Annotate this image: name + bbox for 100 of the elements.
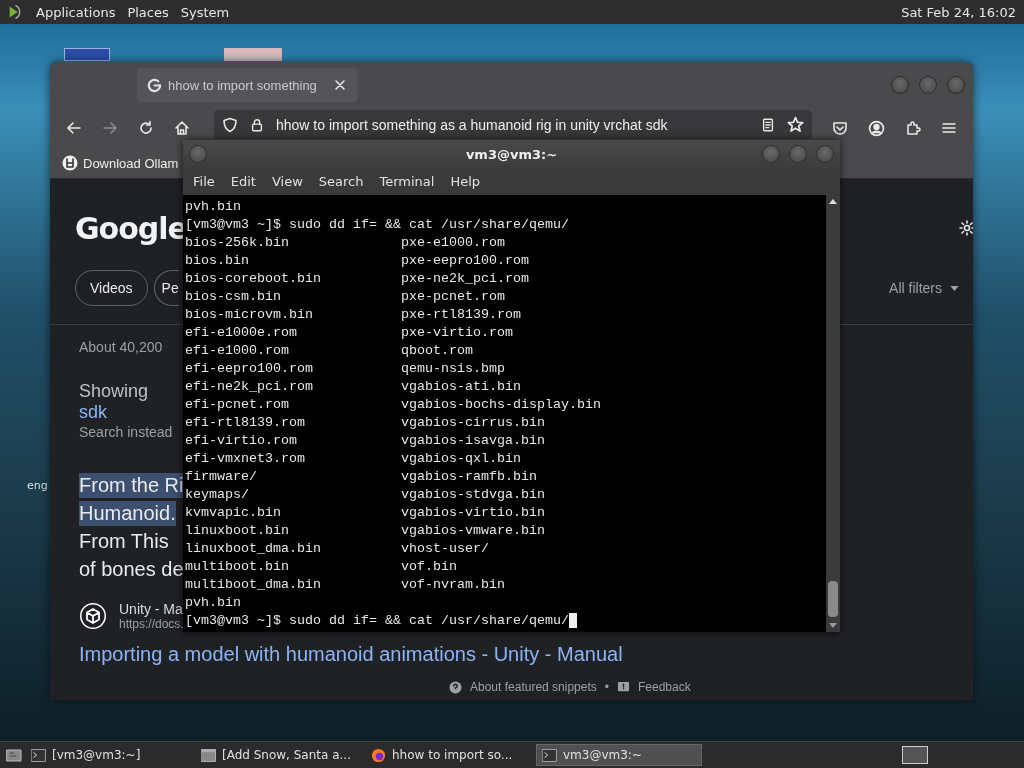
file-name: pxe-eepro100.rom: [401, 252, 529, 268]
file-name: vgabios-ramfb.bin: [401, 468, 537, 484]
panel-menu[interactable]: Places: [127, 4, 169, 20]
file-name: efi-e1000e.rom: [185, 324, 298, 340]
file-name: qboot.rom: [401, 342, 473, 358]
file-name: kvmvapic.bin: [185, 504, 282, 520]
menu-item[interactable]: Edit: [222, 174, 264, 189]
menu-item[interactable]: File: [185, 174, 223, 189]
snippet-text: Humanoid.: [79, 500, 176, 526]
command-line: [vm3@vm3 ~]$ sudo dd if= && cat /usr/share/qemu/: [185, 612, 569, 628]
panel-menu[interactable]: Applications: [36, 4, 116, 20]
file-name: efi-vmxnet3.rom: [185, 450, 306, 466]
file-name: keymaps/: [185, 486, 250, 502]
menu-icon[interactable]: [941, 120, 957, 136]
home-icon[interactable]: [174, 120, 190, 136]
separator-dot: •: [604, 680, 609, 694]
file-name: vgabios-bochs-display.bin: [401, 396, 601, 412]
lock-icon[interactable]: [250, 116, 264, 133]
file-name: multiboot.bin: [185, 558, 290, 574]
close-icon[interactable]: [335, 80, 345, 90]
scrollbar-thumb[interactable]: [828, 581, 838, 617]
workspace-switcher[interactable]: [902, 746, 928, 764]
corrected-query-link[interactable]: sdk: [79, 402, 107, 423]
desktop-icon[interactable]: [64, 48, 110, 61]
file-name: pxe-rtl8139.rom: [401, 306, 521, 322]
google-logo[interactable]: Google: [75, 210, 187, 246]
scroll-up-arrow-icon[interactable]: [829, 199, 837, 204]
file-name: efi-e1000.rom: [185, 342, 290, 358]
scrollbar[interactable]: [826, 195, 840, 632]
command-line: [vm3@vm3 ~]$ sudo dd if= && cat /usr/share/qemu/: [185, 216, 569, 232]
feedback-icon[interactable]: [616, 680, 630, 694]
file-name: efi-virtio.rom: [185, 432, 298, 448]
account-icon[interactable]: [868, 119, 885, 137]
file-name: pvh.bin: [185, 594, 241, 610]
file-name: bios.bin: [185, 252, 250, 268]
terminal-icon: [31, 748, 46, 762]
file-name: linuxboot_dma.bin: [185, 540, 322, 556]
file-name: bios-csm.bin: [185, 288, 282, 304]
menu-item[interactable]: Help: [442, 174, 489, 189]
footer-link[interactable]: About featured snippets: [470, 680, 597, 694]
file-name: multiboot_dma.bin: [185, 576, 322, 592]
show-desktop-icon[interactable]: [6, 748, 22, 762]
caret-icon: [950, 285, 959, 291]
file-name: firmware/: [185, 468, 258, 484]
result-title-link[interactable]: Importing a model with humanoid animations - Unity - Manual: [79, 643, 623, 666]
scroll-down-arrow-icon[interactable]: [829, 623, 837, 628]
google-g-icon: [147, 77, 162, 93]
panel-menu[interactable]: System: [180, 4, 230, 20]
taskbar-button[interactable]: vm3@vm3:~: [536, 744, 702, 766]
file-name: bios-coreboot.bin: [185, 270, 322, 286]
search-instead-text: Search instead: [79, 423, 173, 441]
file-name: pxe-e1000.rom: [401, 234, 505, 250]
window-icon: [201, 748, 216, 762]
spelling-notice: Showing: [79, 381, 149, 402]
file-name: vof-nvram.bin: [401, 576, 505, 592]
all-filters-button[interactable]: All filters: [889, 280, 959, 296]
taskbar-button[interactable]: hhow to import so...: [366, 744, 532, 766]
clock[interactable]: Sat Feb 24, 16:02: [901, 4, 1016, 20]
snippet-text: From the Ri: [79, 472, 184, 498]
puzzle-piece-icon[interactable]: [905, 120, 921, 136]
file-name: efi-pcnet.rom: [185, 396, 290, 412]
file-name: bios-microvm.bin: [185, 306, 314, 322]
menu-item[interactable]: View: [263, 174, 311, 189]
taskbar-button[interactable]: [vm3@vm3:~]: [26, 744, 192, 766]
menu-item[interactable]: Search: [310, 174, 372, 189]
file-name: vgabios-vmware.bin: [401, 522, 545, 538]
terminal-icon: [542, 748, 557, 762]
address-bar[interactable]: hhow to import something as a humanoid rig in unity vrchat sdk: [214, 110, 812, 139]
reader-view-icon[interactable]: [761, 116, 775, 133]
file-name: vhost-user/: [401, 540, 489, 556]
file-name: vgabios-ati.bin: [401, 378, 521, 394]
file-name: qemu-nsis.bmp: [401, 360, 505, 376]
taskbar-button[interactable]: [Add Snow, Santa a...: [196, 744, 362, 766]
browser-tab[interactable]: hhow to import something: [137, 68, 357, 102]
reload-icon[interactable]: [138, 120, 154, 136]
source-name: Unity - Ma: [119, 601, 184, 617]
desktop-icon-label: eng: [27, 479, 48, 492]
forward-arrow-icon: [102, 120, 118, 136]
file-name: efi-eepro100.rom: [185, 360, 314, 376]
footer-link[interactable]: Feedback: [637, 680, 691, 694]
file-name: linuxboot.bin: [185, 522, 290, 538]
snippet-text: From This: [79, 528, 169, 554]
bookmark-item[interactable]: Download Ollam: [62, 155, 179, 171]
file-name: efi-ne2k_pci.rom: [185, 378, 314, 394]
menu-item[interactable]: Terminal: [371, 174, 443, 189]
file-name: pxe-pcnet.rom: [401, 288, 505, 304]
help-icon[interactable]: [449, 680, 462, 694]
star-icon[interactable]: [787, 116, 804, 133]
back-arrow-icon[interactable]: [66, 120, 82, 136]
file-name: vgabios-qxl.bin: [401, 450, 521, 466]
file-name: pxe-virtio.rom: [401, 324, 513, 340]
file-name: vof.bin: [401, 558, 457, 574]
file-name: vgabios-stdvga.bin: [401, 486, 545, 502]
pocket-icon[interactable]: [832, 120, 848, 136]
source-url: https://docs.: [119, 617, 184, 631]
window-title: vm3@vm3:~: [465, 146, 558, 162]
shield-icon[interactable]: [222, 116, 238, 133]
file-name: vgabios-isavga.bin: [401, 432, 545, 448]
file-name: bios-256k.bin: [185, 234, 290, 250]
file-name: pvh.bin: [185, 198, 241, 214]
